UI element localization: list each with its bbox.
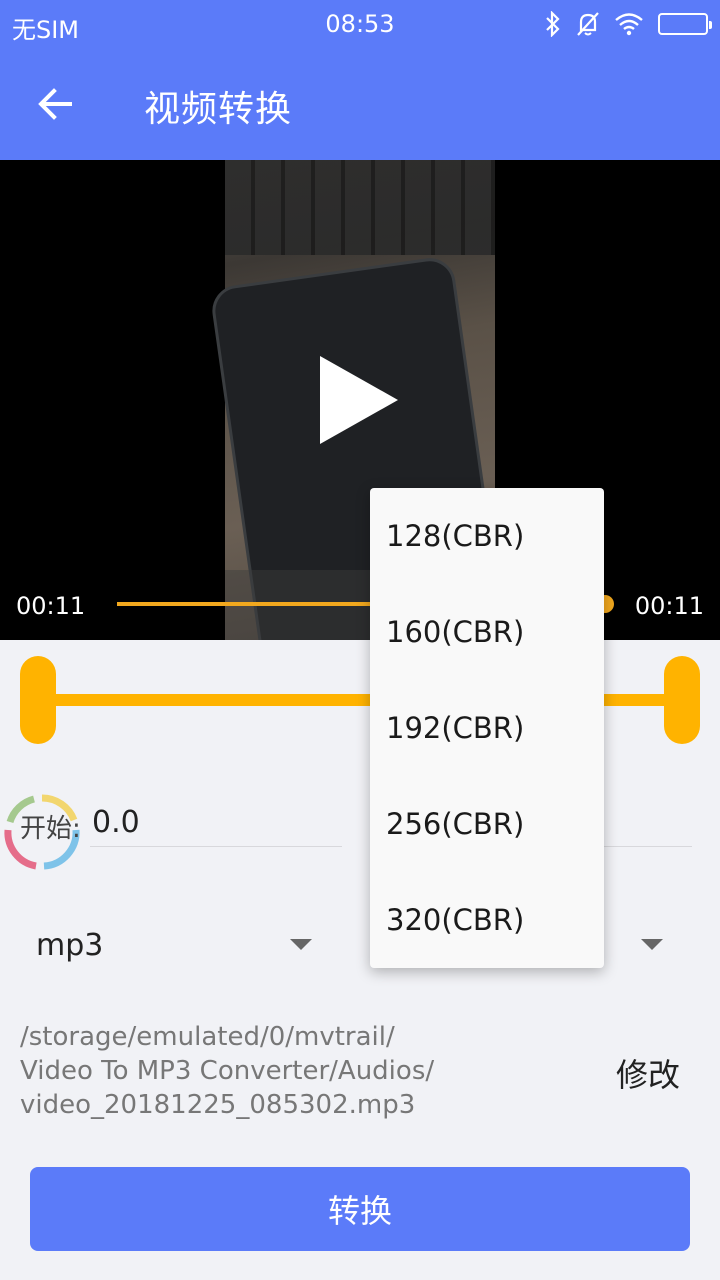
bitrate-menu: 128(CBR) 160(CBR) 192(CBR) 256(CBR) 320(… <box>370 488 604 968</box>
output-path-line: video_20181225_085302.mp3 <box>20 1090 416 1120</box>
page-title: 视频转换 <box>144 89 293 130</box>
play-icon[interactable] <box>320 356 398 444</box>
bitrate-option[interactable]: 160(CBR) <box>370 584 604 680</box>
bluetooth-icon <box>546 11 560 37</box>
format-select[interactable]: mp3 <box>36 928 103 963</box>
start-label: 开始: <box>20 814 81 844</box>
bitrate-option[interactable]: 192(CBR) <box>370 680 604 776</box>
bitrate-dropdown-icon[interactable] <box>641 939 663 950</box>
bitrate-option[interactable]: 256(CBR) <box>370 776 604 872</box>
start-input[interactable]: 0.0 <box>92 805 140 840</box>
bitrate-option[interactable]: 128(CBR) <box>370 488 604 584</box>
battery-icon <box>658 13 712 35</box>
mute-icon <box>577 12 599 36</box>
app-bar: 视频转换 <box>0 48 720 160</box>
back-arrow-icon[interactable] <box>30 78 82 130</box>
video-player[interactable]: 00:11 00:11 <box>0 160 720 640</box>
trim-start-handle[interactable] <box>20 656 56 744</box>
status-bar: 无SIM 08:53 <box>0 0 720 48</box>
keyboard-image <box>225 160 495 255</box>
convert-button[interactable]: 转换 <box>30 1167 690 1251</box>
end-field-underline <box>604 846 692 847</box>
wifi-icon <box>615 13 643 36</box>
current-time: 00:11 <box>16 592 86 620</box>
output-path-line: Video To MP3 Converter/Audios/ <box>20 1056 435 1086</box>
total-time: 00:11 <box>634 592 704 620</box>
status-icons <box>544 11 712 37</box>
output-path-line: /storage/emulated/0/mvtrail/ <box>20 1022 395 1052</box>
start-field-underline <box>90 846 342 847</box>
output-path: /storage/emulated/0/mvtrail/ Video To MP… <box>20 1020 580 1122</box>
trim-end-handle[interactable] <box>664 656 700 744</box>
format-dropdown-icon[interactable] <box>290 939 312 950</box>
modify-path-button[interactable]: 修改 <box>616 1050 680 1096</box>
bitrate-option[interactable]: 320(CBR) <box>370 872 604 968</box>
